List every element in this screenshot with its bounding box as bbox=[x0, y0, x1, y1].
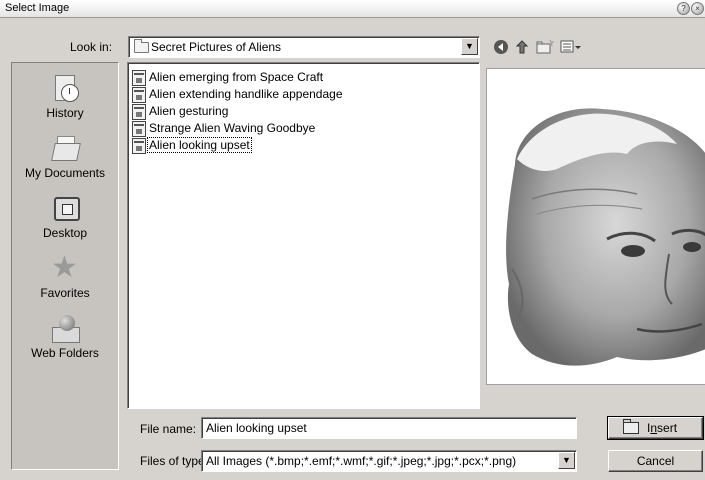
look-in-value: Secret Pictures of Aliens bbox=[151, 40, 282, 54]
insert-label: Insert bbox=[647, 421, 678, 435]
file-name-label: File name: bbox=[140, 422, 197, 436]
preview-face-image bbox=[506, 108, 705, 366]
cancel-button[interactable]: Cancel bbox=[608, 450, 703, 472]
file-name-label: Alien gesturing bbox=[149, 104, 229, 118]
close-icon[interactable]: × bbox=[691, 2, 704, 15]
file-list[interactable]: Alien emerging from Space Craft Alien ex… bbox=[127, 62, 480, 409]
image-preview bbox=[486, 68, 705, 385]
place-history[interactable]: History bbox=[12, 73, 118, 120]
title-controls: ? × bbox=[677, 2, 704, 15]
file-name-value: Alien looking upset bbox=[206, 421, 307, 435]
chevron-down-icon[interactable]: ▼ bbox=[461, 38, 478, 55]
insert-folder-icon bbox=[623, 419, 639, 434]
insert-button[interactable]: Insert bbox=[607, 416, 704, 440]
file-name-label: Strange Alien Waving Goodbye bbox=[149, 121, 316, 135]
image-file-icon bbox=[132, 87, 146, 103]
desktop-icon bbox=[49, 193, 81, 223]
place-desktop[interactable]: Desktop bbox=[12, 193, 118, 240]
place-label: Desktop bbox=[42, 226, 88, 240]
file-name-label: Alien looking upset bbox=[147, 137, 252, 153]
my-documents-icon bbox=[49, 133, 81, 163]
chevron-down-icon[interactable]: ▼ bbox=[558, 452, 575, 469]
favorites-icon: ★ bbox=[51, 251, 78, 284]
title-bar: Select Image ? × bbox=[0, 0, 705, 18]
cancel-label: Cancel bbox=[636, 454, 675, 468]
image-file-icon bbox=[132, 104, 146, 120]
file-name-field[interactable]: Alien looking upset bbox=[201, 417, 577, 439]
place-label: Favorites bbox=[40, 286, 90, 300]
file-type-dropdown[interactable]: All Images (*.bmp;*.emf;*.wmf;*.gif;*.jp… bbox=[201, 450, 577, 472]
new-folder-icon[interactable] bbox=[536, 39, 555, 55]
place-label: My Documents bbox=[24, 166, 106, 180]
file-name-label: Alien emerging from Space Craft bbox=[149, 70, 324, 84]
up-folder-icon[interactable] bbox=[514, 39, 530, 55]
folder-icon bbox=[134, 39, 149, 53]
file-name-label: Alien extending handlike appendage bbox=[149, 87, 343, 101]
image-file-icon bbox=[132, 138, 146, 154]
look-in-label: Look in: bbox=[70, 40, 113, 54]
place-my-documents[interactable]: My Documents bbox=[12, 133, 118, 180]
place-label: Web Folders bbox=[31, 346, 99, 360]
history-icon bbox=[49, 73, 81, 103]
image-file-icon bbox=[132, 70, 146, 86]
window-title: Select Image bbox=[5, 2, 70, 14]
views-menu-icon[interactable] bbox=[560, 39, 582, 55]
file-type-value: All Images (*.bmp;*.emf;*.wmf;*.gif;*.jp… bbox=[206, 454, 517, 468]
files-of-type-label: Files of type: bbox=[140, 454, 209, 468]
place-label: History bbox=[46, 106, 84, 120]
web-folders-icon bbox=[49, 313, 81, 343]
help-icon[interactable]: ? bbox=[677, 2, 690, 15]
image-file-icon bbox=[132, 121, 146, 137]
place-favorites[interactable]: ★ Favorites bbox=[12, 251, 118, 301]
look-in-dropdown[interactable]: Secret Pictures of Aliens ▼ bbox=[128, 36, 480, 58]
place-web-folders[interactable]: Web Folders bbox=[12, 313, 118, 360]
places-bar: History My Documents Desktop ★ Favorites… bbox=[11, 62, 119, 470]
back-icon[interactable] bbox=[493, 39, 509, 55]
